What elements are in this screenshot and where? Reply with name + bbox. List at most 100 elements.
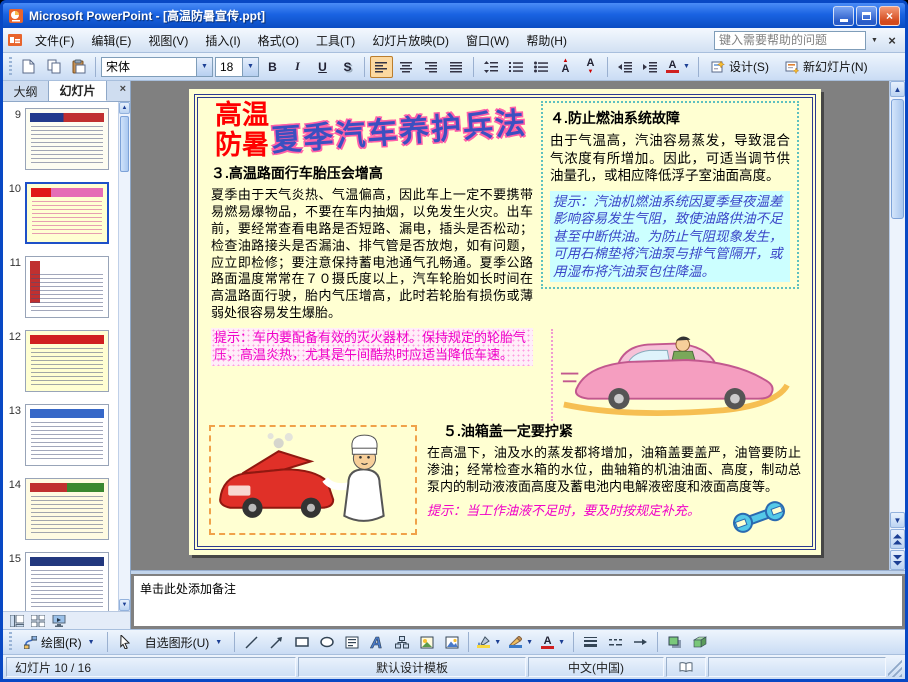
clip-art-button[interactable] [415, 631, 438, 653]
new-slide-button[interactable]: 新幻灯片(N) [778, 56, 875, 78]
menu-insert[interactable]: 插入(I) [197, 29, 248, 52]
wrench-illustration[interactable] [731, 495, 787, 539]
menu-file[interactable]: 文件(F) [27, 29, 82, 52]
insert-picture-button[interactable] [440, 631, 463, 653]
slide-thumbnail-11[interactable] [25, 256, 109, 318]
slide-thumbnail-9[interactable] [25, 108, 109, 170]
bullet-list-button[interactable] [529, 56, 552, 78]
copy-button[interactable] [42, 56, 65, 78]
rectangle-tool-button[interactable] [290, 631, 313, 653]
dash-style-button[interactable] [604, 631, 627, 653]
diagram-button[interactable] [390, 631, 413, 653]
decrease-indent-button[interactable] [613, 56, 636, 78]
scroll-down-icon[interactable]: ▼ [890, 512, 905, 528]
document-icon[interactable] [7, 32, 23, 48]
text-shadow-button[interactable]: S [336, 56, 359, 78]
menu-edit[interactable]: 编辑(E) [83, 29, 139, 52]
numbered-list-button[interactable] [504, 56, 527, 78]
oval-tool-button[interactable] [315, 631, 338, 653]
close-button[interactable]: × [879, 5, 900, 26]
select-pointer-button[interactable] [113, 631, 136, 653]
vertical-scrollbar[interactable]: ▲ ▼ [889, 81, 905, 570]
arrow-style-button[interactable] [629, 631, 652, 653]
panel-scrollbar[interactable]: ▲ ▼ [118, 102, 130, 611]
scroll-thumb[interactable] [891, 99, 904, 219]
three-d-style-button[interactable] [688, 631, 711, 653]
slide-thumbnail-list: 9 10 11 12 13 14 15 [3, 102, 118, 611]
slide-thumbnail-12[interactable] [25, 330, 109, 392]
scroll-up-icon[interactable]: ▲ [119, 102, 130, 114]
slide-title-text[interactable]: 高温 防暑 [211, 100, 273, 160]
menu-format[interactable]: 格式(O) [250, 29, 307, 52]
slide-thumbnail-10-selected[interactable] [25, 182, 109, 244]
align-left-button[interactable] [370, 55, 393, 78]
pink-car-illustration[interactable] [551, 329, 791, 421]
tab-slides[interactable]: 幻灯片 [49, 81, 107, 101]
menu-tools[interactable]: 工具(T) [308, 29, 363, 52]
align-center-button[interactable] [395, 56, 418, 78]
maximize-button[interactable] [856, 5, 877, 26]
align-right-button[interactable] [420, 56, 443, 78]
line-spacing-button[interactable] [479, 56, 502, 78]
toolbar-grip[interactable] [8, 56, 13, 77]
document-close-button[interactable]: × [883, 31, 901, 49]
line-style-button[interactable] [579, 631, 602, 653]
shadow-style-button[interactable] [663, 631, 686, 653]
justify-button[interactable] [445, 56, 468, 78]
draw-menu-button[interactable]: 绘图(R) ▼ [17, 631, 102, 653]
notes-pane[interactable]: 单击此处添加备注 [133, 575, 903, 627]
decrease-font-size-button[interactable]: A ▼ [579, 56, 602, 78]
slide-10[interactable]: 高温 防暑 夏季汽车养护兵法 ３.高温路面行车胎压会增高 夏季由于天气炎热、气温… [189, 89, 821, 555]
scroll-down-icon[interactable]: ▼ [119, 599, 130, 611]
font-size-combobox[interactable]: 18 ▼ [215, 56, 259, 77]
previous-slide-button[interactable] [890, 529, 905, 549]
menu-help[interactable]: 帮助(H) [518, 29, 575, 52]
panel-scroll-thumb[interactable] [120, 116, 129, 172]
slide-design-button[interactable]: 设计(S) [704, 56, 776, 78]
normal-view-button[interactable] [8, 614, 26, 628]
slide-thumbnail-13[interactable] [25, 404, 109, 466]
font-color-button[interactable]: A ▼ [663, 56, 693, 78]
bold-button[interactable]: B [261, 56, 284, 78]
chevron-down-icon[interactable]: ▼ [196, 57, 212, 76]
toolbar-grip[interactable] [8, 632, 13, 652]
section3-textbox[interactable]: ３.高温路面行车胎压会增高 夏季由于天气炎热、气温偏高，因此车上一定不要携带易燃… [211, 163, 533, 366]
slide-thumbnail-15[interactable] [25, 552, 109, 611]
slide-thumbnail-14[interactable] [25, 478, 109, 540]
section4-textbox[interactable]: ４.防止燃油系统故障 由于气温高，汽油容易蒸发，导致混合气浓度有所增加。因此，可… [541, 101, 799, 290]
text-box-button[interactable] [340, 631, 363, 653]
slide-sorter-view-button[interactable] [29, 614, 47, 628]
increase-indent-button[interactable] [638, 56, 661, 78]
tab-outline[interactable]: 大纲 [3, 81, 49, 101]
arrow-tool-button[interactable] [265, 631, 288, 653]
italic-button[interactable]: I [286, 56, 309, 78]
font-color-button[interactable]: A ▼ [538, 631, 568, 653]
panel-scroll-track[interactable] [119, 114, 130, 599]
help-dropdown-icon[interactable]: ▼ [867, 31, 882, 50]
chevron-down-icon[interactable]: ▼ [242, 57, 258, 76]
menu-window[interactable]: 窗口(W) [458, 29, 517, 52]
slideshow-view-button[interactable] [50, 614, 68, 628]
window-resize-grip[interactable] [888, 657, 902, 677]
fill-color-button[interactable]: ▼ [474, 631, 504, 653]
menu-slideshow[interactable]: 幻灯片放映(D) [364, 29, 457, 52]
scroll-up-icon[interactable]: ▲ [890, 81, 905, 97]
autoshapes-button[interactable]: 自选图形(U) ▼ [138, 631, 230, 653]
line-tool-button[interactable] [240, 631, 263, 653]
banner-wordart[interactable]: 夏季汽车养护兵法 [270, 98, 528, 160]
menu-view[interactable]: 视图(V) [140, 29, 196, 52]
font-name-combobox[interactable]: 宋体 ▼ [101, 56, 213, 77]
notes-splitter[interactable] [131, 570, 905, 574]
paste-button[interactable] [67, 56, 90, 78]
minimize-button[interactable] [833, 5, 854, 26]
help-question-input[interactable] [714, 30, 866, 50]
car-repair-illustration[interactable] [209, 425, 417, 535]
next-slide-button[interactable] [890, 550, 905, 570]
increase-font-size-button[interactable]: ▲ A [554, 56, 577, 78]
underline-button[interactable]: U [311, 56, 334, 78]
wordart-button[interactable] [365, 631, 388, 653]
new-slide-file-button[interactable] [17, 56, 40, 78]
panel-close-icon[interactable]: × [107, 81, 130, 101]
scroll-track[interactable] [890, 97, 905, 512]
line-color-button[interactable]: ▼ [506, 631, 536, 653]
